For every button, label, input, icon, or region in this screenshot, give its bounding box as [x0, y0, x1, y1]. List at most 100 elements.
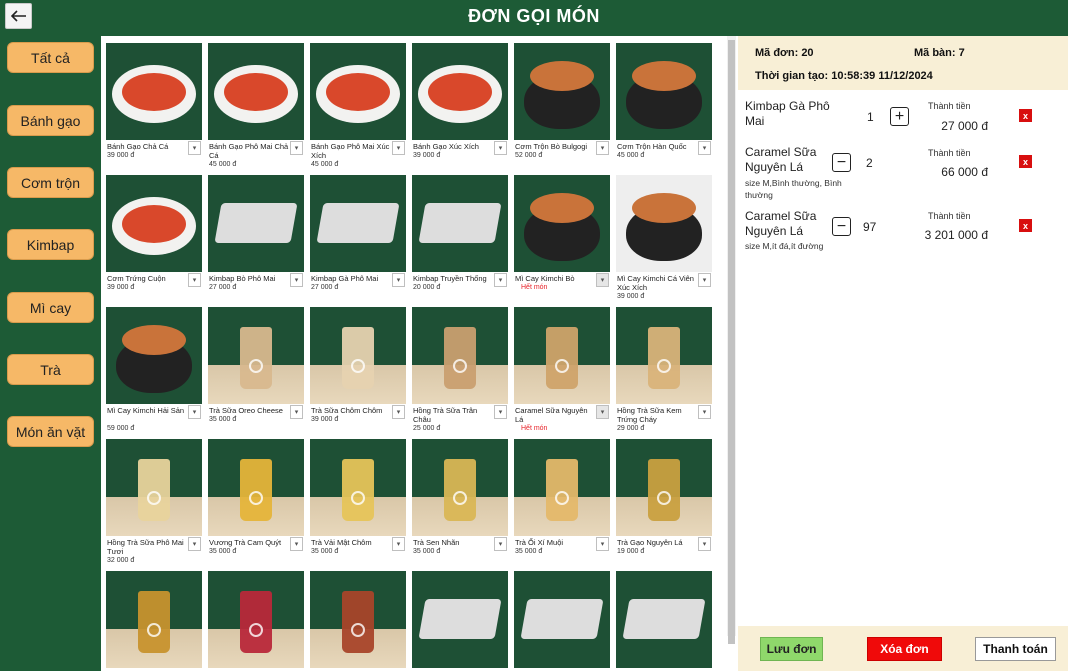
add-to-order-button[interactable]: ▾: [392, 405, 405, 419]
product-price: 20 000 đ: [413, 284, 441, 291]
product-image: [514, 307, 610, 404]
add-to-order-button[interactable]: ▾: [698, 141, 711, 155]
product-card[interactable]: Mì Cay Kimchi Hải Sản 59 000 đ ▾: [106, 307, 203, 433]
add-to-order-button[interactable]: ▾: [596, 141, 609, 155]
chevron-down-icon: ▾: [498, 277, 503, 284]
product-card[interactable]: Caramel Sữa Nguyên Lá Hết món ▾: [514, 307, 611, 433]
add-to-order-button[interactable]: ▾: [188, 537, 201, 551]
chevron-down-icon: ▾: [294, 145, 299, 152]
product-card[interactable]: [412, 571, 509, 671]
product-price: 59 000 đ: [107, 425, 135, 432]
product-card[interactable]: Trà Sen Nhãn 35 000 đ ▾: [412, 439, 509, 565]
product-price: 27 000 đ: [311, 284, 339, 291]
product-card[interactable]: Trà Sữa Chôm Chôm 39 000 đ ▾: [310, 307, 407, 433]
product-card[interactable]: Kimbap Truyền Thống 20 000 đ ▾: [412, 175, 509, 301]
category-kimbap-button[interactable]: Kimbap: [7, 229, 94, 260]
product-card[interactable]: Mì Cay Kimchi Bò Hết món ▾: [514, 175, 611, 301]
product-card[interactable]: [208, 571, 305, 671]
product-card[interactable]: Hồng Trà Sữa Kem Trứng Cháy 29 000 đ ▾: [616, 307, 713, 433]
product-card[interactable]: Bánh Gạo Chả Cá 39 000 đ ▾: [106, 43, 203, 169]
product-card[interactable]: Hồng Trà Sữa Trân Châu 25 000 đ ▾: [412, 307, 509, 433]
add-to-order-button[interactable]: ▾: [698, 537, 711, 551]
product-card[interactable]: Bánh Gạo Phô Mai Xúc Xích 45 000 đ ▾: [310, 43, 407, 169]
product-card[interactable]: Cơm Trứng Cuộn 39 000 đ ▾: [106, 175, 203, 301]
add-to-order-button[interactable]: ▾: [188, 273, 201, 287]
product-card[interactable]: Bánh Gạo Xúc Xích 39 000 đ ▾: [412, 43, 509, 169]
page-title: ĐƠN GỌI MÓN: [468, 6, 600, 26]
product-image: [106, 175, 202, 272]
order-item-name: Caramel Sữa Nguyên Lá: [745, 145, 817, 174]
category-rice-cake-button[interactable]: Bánh gạo: [7, 105, 94, 136]
delete-order-button[interactable]: Xóa đơn: [867, 637, 942, 661]
product-card[interactable]: Trà Ổi Xí Muội 35 000 đ ▾: [514, 439, 611, 565]
product-card[interactable]: Kimbap Gà Phô Mai 27 000 đ ▾: [310, 175, 407, 301]
add-to-order-button[interactable]: ▾: [698, 405, 711, 419]
add-to-order-button[interactable]: ▾: [290, 273, 303, 287]
product-card[interactable]: Trà Gạo Nguyên Lá 19 000 đ ▾: [616, 439, 713, 565]
close-icon: x: [1022, 110, 1028, 121]
add-to-order-button[interactable]: ▾: [392, 273, 405, 287]
product-name: Mì Cay Kimchi Cá Viên Xúc Xích: [617, 274, 694, 292]
add-to-order-button[interactable]: ▾: [494, 537, 507, 551]
product-card[interactable]: Vương Trà Cam Quýt 35 000 đ ▾: [208, 439, 305, 565]
add-to-order-button[interactable]: ▾: [494, 273, 507, 287]
add-to-order-button[interactable]: ▾: [290, 405, 303, 419]
decrease-qty-button[interactable]: −: [832, 217, 851, 236]
product-card[interactable]: [616, 571, 713, 671]
add-to-order-button[interactable]: ▾: [290, 537, 303, 551]
category-mixed-rice-button[interactable]: Cơm trộn: [7, 167, 94, 198]
product-card[interactable]: Cơm Trộn Bò Bulgogi 52 000 đ ▾: [514, 43, 611, 169]
category-tea-button[interactable]: Trà: [7, 354, 94, 385]
order-item-qty: 1: [867, 110, 874, 124]
category-all-button[interactable]: Tất cả: [7, 42, 94, 73]
product-card[interactable]: Kimbap Bò Phô Mai 27 000 đ ▾: [208, 175, 305, 301]
add-to-order-button[interactable]: ▾: [392, 537, 405, 551]
product-card[interactable]: Trà Vải Mật Chôm 35 000 đ ▾: [310, 439, 407, 565]
chevron-down-icon: ▾: [702, 277, 707, 284]
product-image: [514, 439, 610, 536]
product-name: Trà Gạo Nguyên Lá: [617, 538, 683, 547]
remove-item-button[interactable]: x: [1019, 109, 1032, 122]
add-to-order-button[interactable]: ▾: [596, 273, 609, 287]
add-to-order-button[interactable]: ▾: [596, 537, 609, 551]
chevron-down-icon: ▾: [396, 277, 401, 284]
add-to-order-button[interactable]: ▾: [290, 141, 303, 155]
product-card[interactable]: Trà Sữa Oreo Cheese 35 000 đ ▾: [208, 307, 305, 433]
add-to-order-button[interactable]: ▾: [698, 273, 711, 287]
add-to-order-button[interactable]: ▾: [494, 405, 507, 419]
product-name: Cơm Trộn Bò Bulgogi: [515, 142, 588, 151]
remove-item-button[interactable]: x: [1019, 155, 1032, 168]
remove-item-button[interactable]: x: [1019, 219, 1032, 232]
product-card[interactable]: [310, 571, 407, 671]
add-to-order-button[interactable]: ▾: [188, 405, 201, 419]
checkout-button[interactable]: Thanh toán: [975, 637, 1056, 661]
product-image: [310, 175, 406, 272]
decrease-qty-button[interactable]: −: [832, 153, 851, 172]
product-card[interactable]: [514, 571, 611, 671]
product-card[interactable]: [106, 571, 203, 671]
add-to-order-button[interactable]: ▾: [392, 141, 405, 155]
order-item-qty: 2: [866, 156, 873, 170]
minus-icon: −: [836, 153, 847, 171]
product-name: Trà Sữa Oreo Cheese: [209, 406, 283, 415]
order-item-name: Caramel Sữa Nguyên Lá: [745, 209, 817, 238]
category-snack-button[interactable]: Món ăn vặt: [7, 416, 94, 447]
category-spicy-noodle-button[interactable]: Mì cay: [7, 292, 94, 323]
product-card[interactable]: Bánh Gạo Phô Mai Chả Cá 45 000 đ ▾: [208, 43, 305, 169]
order-item-total: 27 000 đ: [941, 119, 988, 133]
product-card[interactable]: Cơm Trộn Hàn Quốc 45 000 đ ▾: [616, 43, 713, 169]
product-scrollbar[interactable]: [727, 36, 736, 644]
product-price: 45 000 đ: [617, 152, 645, 159]
product-name: Bánh Gạo Phô Mai Xúc Xích: [311, 142, 390, 160]
scrollbar-thumb[interactable]: [728, 40, 735, 644]
add-to-order-button[interactable]: ▾: [596, 405, 609, 419]
add-to-order-button[interactable]: ▾: [494, 141, 507, 155]
add-to-order-button[interactable]: ▾: [188, 141, 201, 155]
product-card[interactable]: Mì Cay Kimchi Cá Viên Xúc Xích 39 000 đ ▾: [616, 175, 713, 301]
product-price: 35 000 đ: [413, 548, 441, 555]
product-name: Trà Sữa Chôm Chôm: [311, 406, 383, 415]
product-name: Hồng Trà Sữa Trân Châu: [413, 406, 478, 424]
product-image: [616, 439, 712, 536]
product-card[interactable]: Hồng Trà Sữa Phô Mai Tươi 32 000 đ ▾: [106, 439, 203, 565]
save-order-button[interactable]: Lưu đơn: [760, 637, 823, 661]
